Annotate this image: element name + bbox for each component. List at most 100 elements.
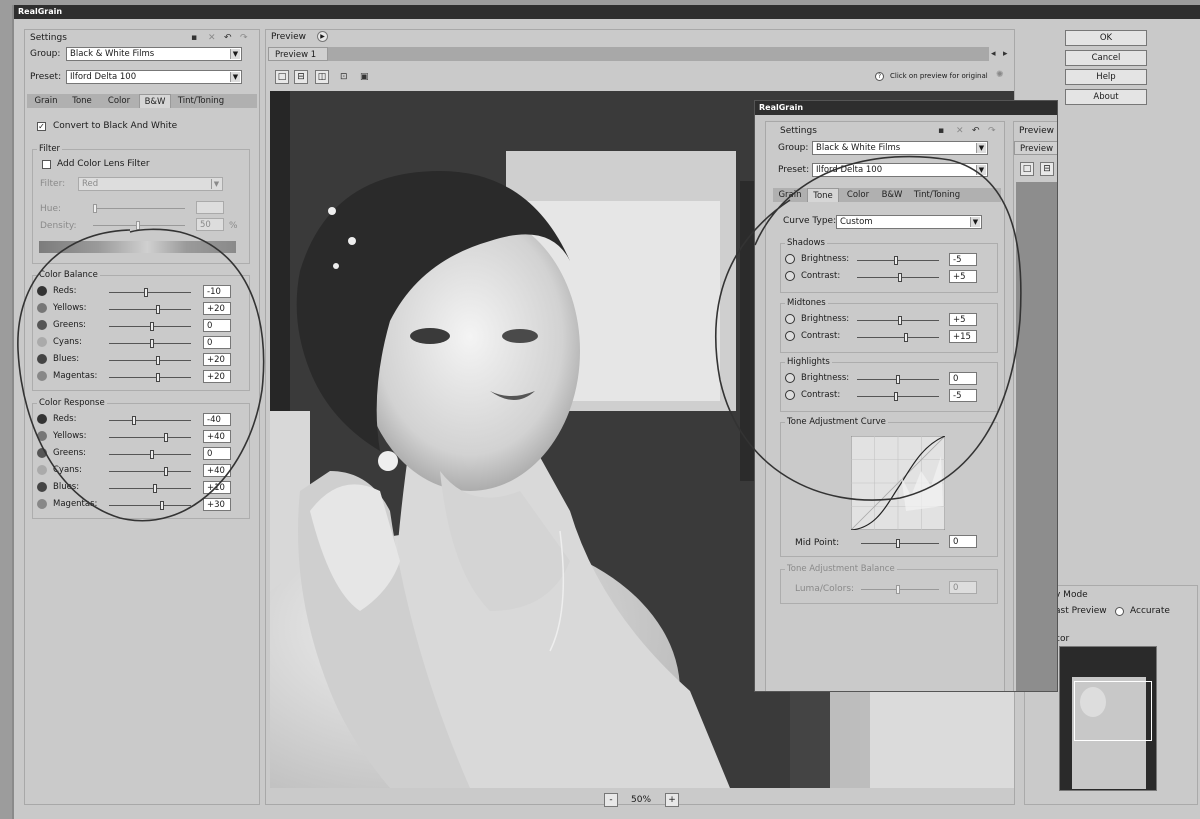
single-view-button[interactable]: □	[275, 70, 289, 84]
midtones-brightness-thumb[interactable]	[898, 316, 903, 325]
save-icon[interactable]: ▪	[191, 33, 197, 43]
group-select[interactable]: Black & White Films ▼	[66, 47, 242, 61]
response-value-field[interactable]: +30	[203, 498, 231, 511]
midtones-contrast-thumb[interactable]	[903, 333, 908, 342]
convert-bw-checkbox[interactable]: ✓	[37, 122, 46, 131]
cancel-button[interactable]: Cancel	[1065, 50, 1147, 66]
response-slider-thumb[interactable]	[163, 433, 168, 442]
luma-thumb[interactable]	[896, 585, 900, 594]
mid-point-track	[861, 543, 939, 544]
shadows-contrast-field[interactable]: +5	[949, 270, 977, 283]
response-slider-thumb[interactable]	[152, 484, 157, 493]
mid-point-field[interactable]: 0	[949, 535, 977, 548]
single-view-button[interactable]: □	[1020, 162, 1034, 176]
mid-point-thumb[interactable]	[896, 539, 900, 548]
overlay-group-select[interactable]: Black & White Films ▼	[812, 141, 988, 155]
filter-select[interactable]: Red ▼	[78, 177, 223, 191]
density-field[interactable]: 50	[196, 218, 224, 231]
response-slider-track	[109, 505, 191, 506]
tab-preview-1[interactable]: Preview 1	[268, 47, 328, 61]
save-icon[interactable]: ▪	[938, 126, 944, 136]
split-horizontal-button[interactable]: ⊟	[294, 70, 308, 84]
response-value-field[interactable]: +40	[203, 430, 231, 443]
overlay-tab-color[interactable]: Color	[841, 188, 875, 202]
balance-value-field[interactable]: +20	[203, 353, 231, 366]
balance-slider-thumb[interactable]	[149, 322, 154, 331]
balance-value-field[interactable]: 0	[203, 319, 231, 332]
midtones-brightness-field[interactable]: +5	[949, 313, 977, 326]
zoom-out-button[interactable]: -	[604, 793, 618, 807]
redo-icon[interactable]: ↷	[240, 33, 248, 43]
color-swatch-icon	[37, 465, 47, 475]
response-slider-thumb[interactable]	[132, 416, 137, 425]
balance-slider-thumb[interactable]	[155, 373, 160, 382]
overlay-tab-bw[interactable]: B&W	[877, 188, 907, 202]
response-value-field[interactable]: +40	[203, 464, 231, 477]
highlights-contrast-thumb[interactable]	[893, 392, 898, 401]
delete-icon[interactable]: ✕	[208, 33, 216, 43]
response-slider-thumb[interactable]	[149, 450, 154, 459]
export-preview-icon[interactable]: ▣	[360, 72, 369, 82]
response-value-field[interactable]: -40	[203, 413, 231, 426]
navigator-thumbnail[interactable]	[1059, 646, 1157, 791]
hue-slider-thumb[interactable]	[93, 204, 97, 213]
scroll-right-icon[interactable]: ▸	[1003, 49, 1008, 59]
help-button[interactable]: Help	[1065, 69, 1147, 85]
tab-tint-toning[interactable]: Tint/Toning	[173, 94, 229, 108]
new-preview-icon[interactable]: ⊡	[340, 72, 348, 82]
luma-field[interactable]: 0	[949, 581, 977, 594]
tab-grain[interactable]: Grain	[29, 94, 63, 108]
delete-icon[interactable]: ✕	[956, 126, 964, 136]
filter-value: Red	[82, 179, 99, 189]
undo-icon[interactable]: ↶	[224, 33, 232, 43]
ok-button[interactable]: OK	[1065, 30, 1147, 46]
highlights-brightness-thumb[interactable]	[896, 375, 900, 384]
balance-value-field[interactable]: -10	[203, 285, 231, 298]
balance-slider-thumb[interactable]	[149, 339, 154, 348]
split-vertical-button[interactable]: ◫	[315, 70, 329, 84]
response-row: Cyans: +40	[37, 463, 247, 479]
play-icon[interactable]: ▶	[317, 31, 328, 42]
shadows-brightness-thumb[interactable]	[893, 256, 898, 265]
balance-value-field[interactable]: +20	[203, 370, 231, 383]
add-lens-checkbox[interactable]	[42, 160, 51, 169]
overlay-preset-select[interactable]: Ilford Delta 100 ▼	[812, 163, 988, 177]
curve-type-select[interactable]: Custom ▼	[836, 215, 982, 229]
overlay-tab-grain[interactable]: Grain	[775, 188, 805, 202]
fast-preview-label[interactable]: ast Preview	[1055, 606, 1107, 616]
balance-value-field[interactable]: +20	[203, 302, 231, 315]
response-value-field[interactable]: 0	[203, 447, 231, 460]
response-value-field[interactable]: +10	[203, 481, 231, 494]
density-slider-thumb[interactable]	[136, 221, 140, 230]
balance-slider-thumb[interactable]	[155, 356, 160, 365]
response-slider-thumb[interactable]	[163, 467, 168, 476]
undo-icon[interactable]: ↶	[972, 126, 980, 136]
overlay-preview-area[interactable]	[1016, 182, 1057, 691]
response-slider-thumb[interactable]	[159, 501, 164, 510]
hue-field[interactable]	[196, 201, 224, 214]
highlights-contrast-field[interactable]: -5	[949, 389, 977, 402]
highlights-brightness-field[interactable]: 0	[949, 372, 977, 385]
preset-select[interactable]: Ilford Delta 100 ▼	[66, 70, 242, 84]
scroll-left-icon[interactable]: ◂	[991, 49, 996, 59]
zoom-in-button[interactable]: +	[665, 793, 679, 807]
overlay-tab-tone[interactable]: Tone	[807, 188, 839, 202]
redo-icon[interactable]: ↷	[988, 126, 996, 136]
balance-value-field[interactable]: 0	[203, 336, 231, 349]
overlay-tab-tint-toning[interactable]: Tint/Toning	[909, 188, 965, 202]
balance-slider-thumb[interactable]	[155, 305, 160, 314]
shadows-brightness-field[interactable]: -5	[949, 253, 977, 266]
tab-color[interactable]: Color	[101, 94, 137, 108]
shadows-contrast-thumb[interactable]	[898, 273, 903, 282]
tab-bw[interactable]: B&W	[139, 94, 171, 108]
overlay-preview-tab[interactable]: Preview	[1014, 141, 1057, 155]
about-button[interactable]: About	[1065, 89, 1147, 105]
tone-curve-graph[interactable]	[851, 436, 945, 530]
accurate-radio[interactable]	[1115, 607, 1124, 616]
balance-slider-thumb[interactable]	[144, 288, 149, 297]
response-label: Reds:	[53, 414, 77, 424]
midtones-contrast-field[interactable]: +15	[949, 330, 977, 343]
split-horizontal-button[interactable]: ⊟	[1040, 162, 1054, 176]
tab-tone[interactable]: Tone	[65, 94, 99, 108]
accurate-label: Accurate	[1130, 606, 1170, 616]
